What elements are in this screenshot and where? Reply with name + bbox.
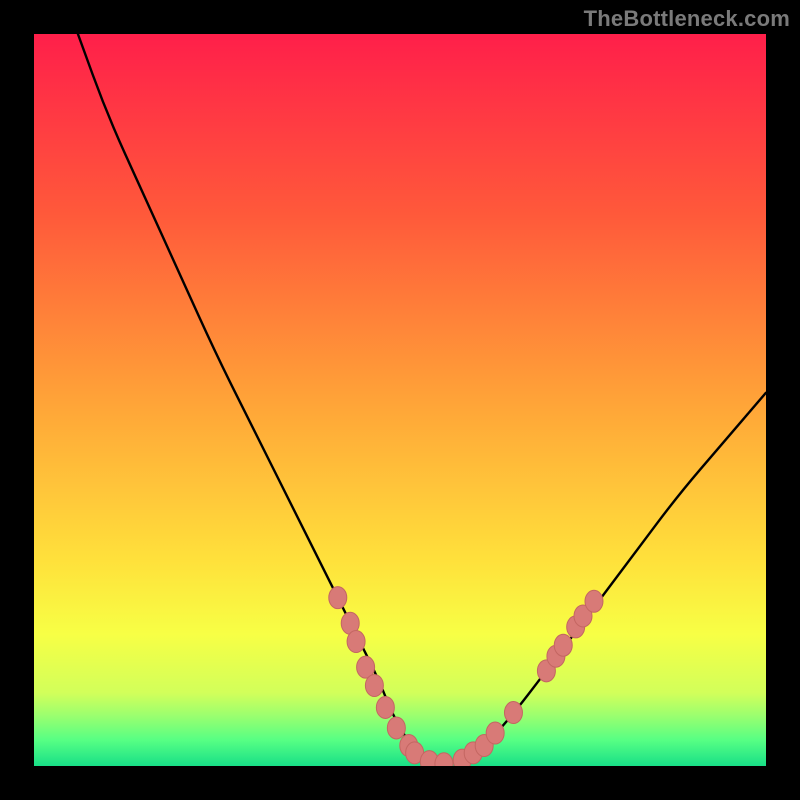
data-marker <box>435 753 453 766</box>
data-marker <box>376 696 394 718</box>
data-marker <box>365 674 383 696</box>
data-marker <box>585 590 603 612</box>
data-marker <box>387 717 405 739</box>
data-marker <box>329 587 347 609</box>
data-marker <box>504 702 522 724</box>
data-marker <box>347 631 365 653</box>
watermark-text: TheBottleneck.com <box>584 6 790 32</box>
bottleneck-curve <box>34 34 766 766</box>
data-marker <box>486 722 504 744</box>
plot-area <box>34 34 766 766</box>
data-marker <box>554 634 572 656</box>
chart-frame: TheBottleneck.com <box>0 0 800 800</box>
